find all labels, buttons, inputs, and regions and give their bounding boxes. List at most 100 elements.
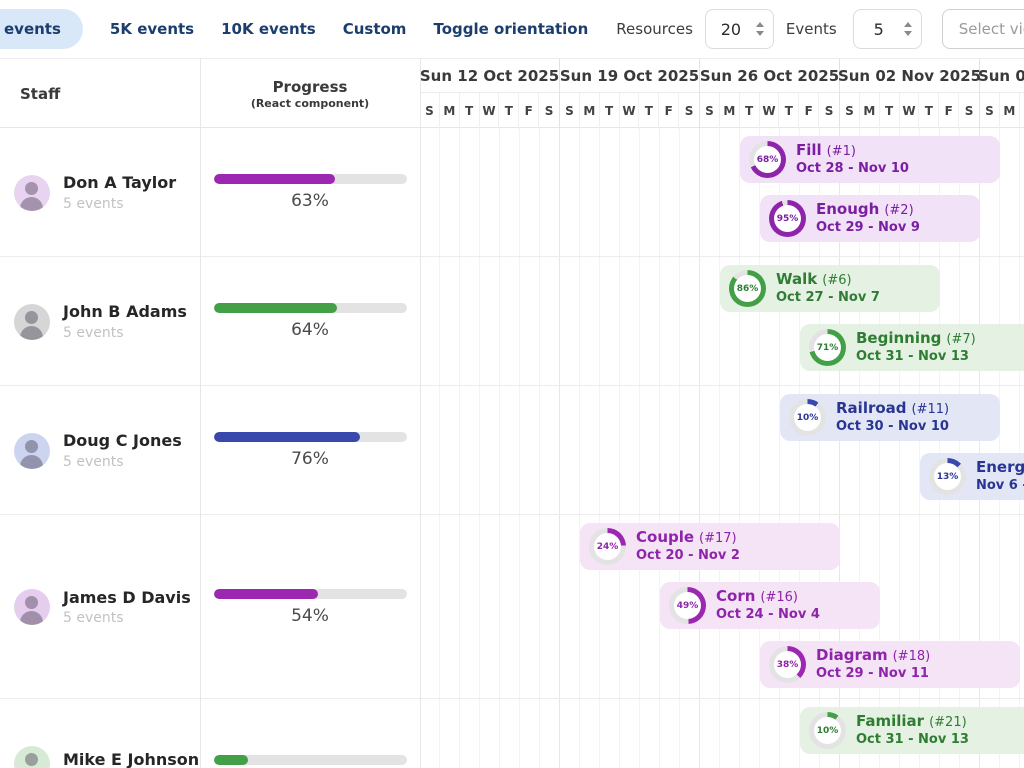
staff-row: Don A Taylor5 events63%: [0, 128, 420, 257]
increment-icon[interactable]: [756, 22, 764, 27]
resources-spinner[interactable]: 20: [705, 9, 774, 49]
decrement-icon[interactable]: [756, 31, 764, 36]
event-bar-familiar[interactable]: 10%Familiar(#21)Oct 31 - Nov 13: [800, 707, 1024, 754]
day-letter: W: [620, 93, 640, 129]
event-bar-couple[interactable]: 24%Couple(#17)Oct 20 - Nov 2: [580, 523, 840, 570]
event-bar-enough[interactable]: 95%Enough(#2)Oct 29 - Nov 9: [760, 195, 980, 242]
event-id: (#11): [912, 402, 950, 419]
progress-ring-value: 71%: [814, 334, 841, 361]
progress-bar-track: [214, 174, 407, 184]
event-name: Couple: [636, 528, 694, 548]
event-text: EnergyNov 6 - N: [976, 458, 1024, 494]
event-dates: Oct 30 - Nov 10: [836, 419, 949, 436]
avatar: [14, 433, 50, 469]
progress-cell: 76%: [200, 386, 420, 515]
day-letter: W: [480, 93, 500, 129]
progress-percent-label: 54%: [291, 606, 329, 626]
avatar: [14, 304, 50, 340]
progress-cell: [200, 699, 420, 768]
tab-bar: events 5K events 10K events Custom Toggle or…: [0, 9, 588, 49]
events-label: Events: [786, 20, 837, 38]
day-letter: S: [959, 93, 979, 129]
day-letter: S: [420, 93, 440, 129]
progress-ring: 13%: [929, 458, 966, 495]
event-bar-fill[interactable]: 68%Fill(#1)Oct 28 - Nov 10: [740, 136, 1000, 183]
progress-ring-value: 86%: [734, 275, 761, 302]
day-letter: F: [519, 93, 539, 129]
avatar: [14, 589, 50, 625]
staff-text: John B Adams5 events: [63, 302, 187, 340]
day-letter-row: SMTWTFS: [980, 92, 1024, 129]
day-letter: M: [720, 93, 740, 129]
event-bar-diagram[interactable]: 38%Diagram(#18)Oct 29 - Nov 11: [760, 641, 1020, 688]
week-label: Sun 19 Oct 2025: [560, 59, 699, 92]
timeline-header: Sun 12 Oct 2025SMTWTFSSun 19 Oct 2025SMT…: [420, 59, 1024, 129]
view-select-placeholder: Select view: [959, 20, 1024, 38]
progress-cell: 63%: [200, 128, 420, 257]
day-letter: T: [740, 93, 760, 129]
event-id: (#1): [827, 144, 856, 161]
staff-row: John B Adams5 events 64%: [0, 257, 420, 386]
increment-icon[interactable]: [904, 22, 912, 27]
day-letter: T: [779, 93, 799, 129]
progress-bar-track: [214, 755, 407, 765]
day-letter-row: SMTWTFS: [560, 92, 699, 129]
event-id: (#6): [822, 273, 851, 290]
staff-name: Mike E Johnson: [63, 750, 199, 768]
event-dates: Oct 31 - Nov 13: [856, 349, 976, 366]
decrement-icon[interactable]: [904, 31, 912, 36]
row-divider: [0, 514, 1024, 515]
event-text: Couple(#17)Oct 20 - Nov 2: [636, 528, 740, 565]
event-id: (#21): [929, 715, 967, 732]
event-bar-walk[interactable]: 86%Walk(#6)Oct 27 - Nov 7: [720, 265, 940, 312]
event-bar-corn[interactable]: 49% Corn(#16)Oct 24 - Nov 4: [660, 582, 880, 629]
staff-row: James D Davis 5 events 54%: [0, 515, 420, 699]
event-name: Fill: [796, 141, 822, 161]
tab-events[interactable]: events: [0, 9, 83, 49]
staff-cell: Mike E Johnson: [0, 699, 200, 768]
tab-toggle-orientation[interactable]: Toggle orientation: [433, 20, 588, 38]
event-id: (#18): [893, 649, 931, 666]
tab-custom[interactable]: Custom: [343, 20, 407, 38]
progress-ring-value: 10%: [794, 404, 821, 431]
event-bar-railroad[interactable]: 10%Railroad(#11)Oct 30 - Nov 10: [780, 394, 1000, 441]
progress-bar-fill: [214, 755, 249, 765]
progress-ring: 68%: [749, 141, 786, 178]
day-letter: T: [1020, 93, 1024, 129]
day-letter: T: [639, 93, 659, 129]
event-name: Familiar: [856, 712, 924, 732]
view-select[interactable]: Select view: [942, 9, 1024, 49]
event-bar-energy[interactable]: 13% EnergyNov 6 - N: [920, 453, 1024, 500]
staff-event-count: 5 events: [63, 610, 191, 626]
tab-10k-events[interactable]: 10K events: [221, 20, 316, 38]
event-text: Corn(#16)Oct 24 - Nov 4: [716, 587, 820, 624]
resources-value[interactable]: 20: [706, 20, 756, 39]
staff-cell: Doug C Jones5 events: [0, 386, 200, 515]
progress-ring: 10%: [809, 712, 846, 749]
progress-ring: 38%: [769, 646, 806, 683]
progress-cell: 64%: [200, 257, 420, 386]
event-id: (#17): [699, 531, 737, 548]
events-spinner[interactable]: 5: [853, 9, 922, 49]
tab-5k-events[interactable]: 5K events: [110, 20, 194, 38]
event-title-line: Energy: [976, 458, 1024, 478]
scheduler-app: events 5K events 10K events Custom Toggle or…: [0, 0, 1024, 768]
grid-header: Staff Progress (React component) Sun 12 …: [0, 58, 1024, 128]
events-value[interactable]: 5: [854, 20, 904, 39]
avatar: [14, 175, 50, 211]
day-letter: S: [819, 93, 839, 129]
event-name: Diagram: [816, 646, 888, 666]
progress-bar-track: [214, 432, 407, 442]
week-header-sun-26-oct-2025: Sun 26 Oct 2025SMTWTFS: [700, 59, 840, 129]
staff-name: James D Davis: [63, 588, 191, 607]
progress-percent-label: 64%: [291, 320, 329, 340]
day-letter-row: SMTWTFS: [420, 92, 559, 129]
event-dates: Oct 24 - Nov 4: [716, 607, 820, 624]
staff-cell: Don A Taylor5 events: [0, 128, 200, 257]
resources-spinner-arrows: [756, 22, 773, 36]
progress-ring: 49%: [669, 587, 706, 624]
event-bar-beginning[interactable]: 71%Beginning(#7)Oct 31 - Nov 13: [800, 324, 1024, 371]
week-header-sun-02-nov-2025: Sun 02 Nov 2025SMTWTFS: [840, 59, 980, 129]
day-letter: T: [919, 93, 939, 129]
timeline-divider: [420, 58, 421, 768]
